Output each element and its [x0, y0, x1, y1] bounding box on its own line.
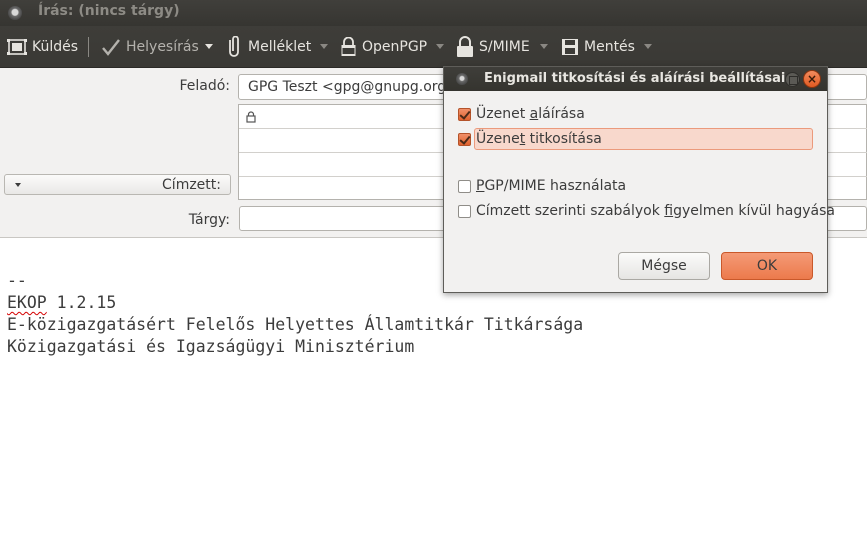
lock-icon: [246, 111, 256, 123]
smime-dropdown-arrow[interactable]: [540, 44, 548, 49]
checkbox-unchecked[interactable]: [458, 179, 471, 193]
attachment-icon: [229, 36, 239, 57]
recipient-type-label: Címzett:: [162, 177, 221, 193]
window-icon: [456, 73, 468, 85]
pgp-mime-label: PGP/MIME használata: [476, 178, 627, 194]
smime-label: S/MIME: [479, 39, 530, 55]
openpgp-icon: [341, 37, 356, 56]
window-titlebar: Írás: (nincs tárgy): [0, 0, 867, 26]
signature-line: E-közigazgatásért Felelős Helyettes Álla…: [7, 315, 584, 334]
enigmail-settings-dialog: Enigmail titkosítási és aláírási beállít…: [443, 66, 835, 293]
signature-line: Közigazgatási és Igazságügyi Minisztériu…: [7, 337, 415, 356]
attachment-button[interactable]: Melléklet: [226, 26, 311, 68]
ignore-rules-label: Címzett szerinti szabályok figyelmen kív…: [476, 203, 835, 219]
pgp-mime-checkbox[interactable]: PGP/MIME használata: [458, 176, 626, 196]
save-disk-icon: [562, 39, 578, 55]
checkbox-checked[interactable]: [458, 132, 471, 146]
dialog-titlebar: Enigmail titkosítási és aláírási beállít…: [444, 67, 827, 91]
encrypt-message-label: Üzenet titkosítása: [476, 131, 602, 147]
smime-button[interactable]: S/MIME: [456, 26, 530, 68]
from-value: GPG Teszt <gpg@gnupg.org>: [248, 79, 458, 95]
window-title: Írás: (nincs tárgy): [38, 3, 180, 19]
from-label: Feladó:: [179, 78, 230, 94]
send-button[interactable]: Küldés: [7, 26, 78, 68]
spelling-button[interactable]: Helyesírás: [101, 26, 199, 68]
compose-toolbar: Küldés Helyesírás Melléklet OpenPGP S/MI…: [0, 26, 867, 68]
spelling-label: Helyesírás: [126, 39, 199, 55]
save-label: Mentés: [584, 39, 635, 55]
sign-message-checkbox[interactable]: Üzenet aláírása: [458, 104, 585, 124]
encrypt-message-checkbox[interactable]: Üzenet titkosítása: [458, 129, 602, 149]
spelling-dropdown-arrow[interactable]: [205, 44, 213, 49]
send-label: Küldés: [32, 39, 79, 55]
checkbox-unchecked[interactable]: [458, 204, 471, 218]
subject-label: Tárgy:: [188, 212, 230, 228]
restore-icon[interactable]: [785, 72, 800, 87]
send-icon: [7, 39, 27, 55]
openpgp-button[interactable]: OpenPGP: [340, 26, 427, 68]
attachment-dropdown-arrow[interactable]: [320, 44, 328, 49]
recipient-type-selector[interactable]: Címzett:: [4, 174, 231, 195]
checkbox-checked[interactable]: [458, 107, 471, 121]
signature-line: EKOP 1.2.15: [7, 293, 117, 312]
ok-button[interactable]: OK: [721, 252, 813, 280]
sign-message-label: Üzenet aláírása: [476, 106, 585, 122]
smime-lock-icon: [457, 36, 473, 57]
chevron-down-icon: [15, 183, 21, 187]
window-icon: [8, 6, 22, 20]
ignore-rules-checkbox[interactable]: Címzett szerinti szabályok figyelmen kív…: [458, 201, 835, 221]
attachment-label: Melléklet: [248, 39, 312, 55]
signature-separator: --: [7, 271, 27, 290]
openpgp-dropdown-arrow[interactable]: [436, 44, 444, 49]
save-button[interactable]: Mentés: [561, 26, 635, 68]
openpgp-label: OpenPGP: [362, 39, 428, 55]
dialog-title: Enigmail titkosítási és aláírási beállít…: [484, 71, 786, 86]
toolbar-separator: [88, 37, 89, 57]
save-dropdown-arrow[interactable]: [644, 44, 652, 49]
close-icon[interactable]: ×: [803, 70, 821, 88]
cancel-button[interactable]: Mégse: [618, 252, 710, 280]
misspelled-word: EKOP: [7, 293, 47, 312]
spelling-check-icon: [102, 39, 120, 56]
